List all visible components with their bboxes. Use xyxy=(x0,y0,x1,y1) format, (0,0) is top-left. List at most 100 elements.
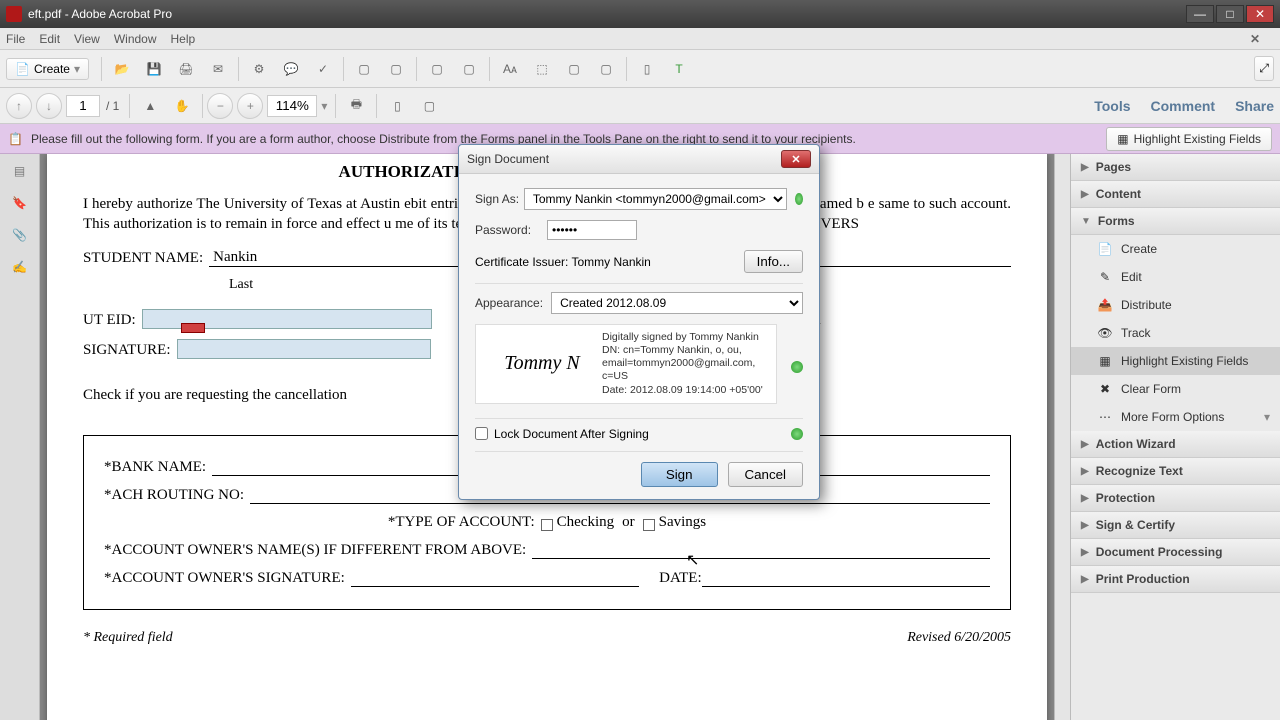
tools-link[interactable]: Tools xyxy=(1094,98,1130,114)
status-dot-icon xyxy=(791,428,803,440)
tool-icon[interactable]: ▯ xyxy=(384,93,410,119)
panel-recognize-text[interactable]: ▶Recognize Text xyxy=(1071,458,1280,485)
hand-tool-icon[interactable]: ✋ xyxy=(169,93,195,119)
menu-edit[interactable]: Edit xyxy=(39,32,60,46)
signas-select[interactable]: Tommy Nankin <tommyn2000@gmail.com> xyxy=(524,188,787,210)
create-button[interactable]: 📄 Create ▾ xyxy=(6,58,89,80)
titlebar: eft.pdf - Adobe Acrobat Pro — □ ✕ xyxy=(0,0,1280,28)
date-field[interactable] xyxy=(702,569,990,587)
thumbnails-icon[interactable]: ▤ xyxy=(14,164,25,178)
next-page-button[interactable]: ↓ xyxy=(36,93,62,119)
close-doc-button[interactable]: ✕ xyxy=(1250,32,1260,46)
signatures-icon[interactable]: ✍ xyxy=(12,260,27,274)
panel-doc-processing[interactable]: ▶Document Processing xyxy=(1071,539,1280,566)
forms-create[interactable]: 📄Create xyxy=(1071,235,1280,263)
checking-label: Checking xyxy=(557,514,615,531)
checking-checkbox[interactable] xyxy=(541,519,553,531)
close-button[interactable]: ✕ xyxy=(1246,5,1274,23)
tool-icon[interactable]: ▢ xyxy=(424,56,450,82)
prev-page-button[interactable]: ↑ xyxy=(6,93,32,119)
owner-name-label: *ACCOUNT OWNER'S NAME(S) IF DIFFERENT FR… xyxy=(104,542,526,559)
sign-button[interactable]: Sign xyxy=(641,462,718,487)
panel-forms[interactable]: ▼Forms xyxy=(1071,208,1280,235)
forms-track[interactable]: 👁Track xyxy=(1071,319,1280,347)
password-label: Password: xyxy=(475,223,547,237)
owner-sig-field[interactable] xyxy=(351,569,639,587)
panel-pages[interactable]: ▶Pages xyxy=(1071,154,1280,181)
maximize-button[interactable]: □ xyxy=(1216,5,1244,23)
zoom-input[interactable] xyxy=(267,95,317,117)
forms-distribute[interactable]: 📤Distribute xyxy=(1071,291,1280,319)
window-title: eft.pdf - Adobe Acrobat Pro xyxy=(28,7,1184,21)
mail-icon[interactable]: ✉ xyxy=(205,56,231,82)
password-input[interactable] xyxy=(547,220,637,240)
share-link[interactable]: Share xyxy=(1235,98,1274,114)
panel-print-production[interactable]: ▶Print Production xyxy=(1071,566,1280,593)
signature-marker xyxy=(181,323,205,333)
page-input[interactable] xyxy=(66,95,100,117)
zoom-out-button[interactable]: − xyxy=(207,93,233,119)
tool-icon[interactable]: T xyxy=(666,56,692,82)
tool-icon[interactable]: ▢ xyxy=(561,56,587,82)
uteid-label: UT EID: xyxy=(83,312,136,329)
menu-file[interactable]: File xyxy=(6,32,25,46)
dialog-title: Sign Document xyxy=(467,152,781,166)
bookmarks-icon[interactable]: 🔖 xyxy=(12,196,27,210)
print-icon[interactable]: 🖨 xyxy=(173,56,199,82)
tool-icon[interactable]: ▢ xyxy=(351,56,377,82)
save-icon[interactable]: 💾 xyxy=(141,56,167,82)
highlight-label: Highlight Existing Fields xyxy=(1134,132,1261,146)
status-dot-icon xyxy=(795,193,803,205)
forms-highlight[interactable]: ▦Highlight Existing Fields xyxy=(1071,347,1280,375)
panel-protection[interactable]: ▶Protection xyxy=(1071,485,1280,512)
info-button[interactable]: Info... xyxy=(744,250,803,273)
comment-link[interactable]: Comment xyxy=(1151,98,1216,114)
owner-name-field[interactable] xyxy=(532,541,990,559)
main-toolbar: 📄 Create ▾ 📂 💾 🖨 ✉ ⚙ 💬 ✓ ▢ ▢ ▢ ▢ Aᴀ ⬚ ▢ … xyxy=(0,50,1280,88)
expand-button[interactable]: ⤢ xyxy=(1254,56,1274,81)
menu-help[interactable]: Help xyxy=(171,32,196,46)
chevron-down-icon: ▾ xyxy=(74,62,80,76)
distribute-icon: 📤 xyxy=(1097,297,1113,313)
nav-toolbar: ↑ ↓ / 1 ▲ ✋ − + ▾ 🖶 ▯ ▢ Tools Comment Sh… xyxy=(0,88,1280,124)
cert-issuer: Certificate Issuer: Tommy Nankin xyxy=(475,255,651,269)
minimize-button[interactable]: — xyxy=(1186,5,1214,23)
tool-icon[interactable]: ▢ xyxy=(456,56,482,82)
attachments-icon[interactable]: 📎 xyxy=(12,228,27,242)
tool-icon[interactable]: ▯ xyxy=(634,56,660,82)
chevron-down-icon[interactable]: ▾ xyxy=(321,99,327,113)
appearance-select[interactable]: Created 2012.08.09 xyxy=(551,292,803,314)
panel-sign-certify[interactable]: ▶Sign & Certify xyxy=(1071,512,1280,539)
open-icon[interactable]: 📂 xyxy=(109,56,135,82)
panel-content[interactable]: ▶Content xyxy=(1071,181,1280,208)
tool-icon[interactable]: ▢ xyxy=(416,93,442,119)
gear-icon[interactable]: ⚙ xyxy=(246,56,272,82)
dialog-close-button[interactable]: ✕ xyxy=(781,150,811,168)
forms-edit[interactable]: ✎Edit xyxy=(1071,263,1280,291)
highlight-fields-button[interactable]: ▦ Highlight Existing Fields xyxy=(1106,127,1272,151)
forms-clear[interactable]: ✖Clear Form xyxy=(1071,375,1280,403)
cancel-button[interactable]: Cancel xyxy=(728,462,804,487)
forms-more[interactable]: ⋯More Form Options▾ xyxy=(1071,403,1280,431)
signature-details: Digitally signed by Tommy Nankin DN: cn=… xyxy=(602,331,770,397)
tool-icon[interactable]: ▢ xyxy=(593,56,619,82)
lock-checkbox[interactable] xyxy=(475,427,488,440)
scrollbar[interactable] xyxy=(1054,154,1070,720)
menu-view[interactable]: View xyxy=(74,32,100,46)
comment-icon[interactable]: 💬 xyxy=(278,56,304,82)
signas-label: Sign As: xyxy=(475,192,524,206)
tool-icon[interactable]: ▢ xyxy=(383,56,409,82)
left-nav-strip: ▤ 🔖 📎 ✍ xyxy=(0,154,40,720)
text-tool-icon[interactable]: Aᴀ xyxy=(497,56,523,82)
sign-document-dialog: Sign Document ✕ Sign As: Tommy Nankin <t… xyxy=(458,144,820,500)
menu-window[interactable]: Window xyxy=(114,32,157,46)
panel-action-wizard[interactable]: ▶Action Wizard xyxy=(1071,431,1280,458)
signature-field[interactable] xyxy=(177,339,431,359)
select-tool-icon[interactable]: ▲ xyxy=(137,93,163,119)
tool-icon[interactable]: 🖶 xyxy=(343,93,369,119)
ach-label: *ACH ROUTING NO: xyxy=(104,487,244,504)
stamp-icon[interactable]: ✓ xyxy=(310,56,336,82)
tool-icon[interactable]: ⬚ xyxy=(529,56,555,82)
savings-checkbox[interactable] xyxy=(643,519,655,531)
zoom-in-button[interactable]: + xyxy=(237,93,263,119)
